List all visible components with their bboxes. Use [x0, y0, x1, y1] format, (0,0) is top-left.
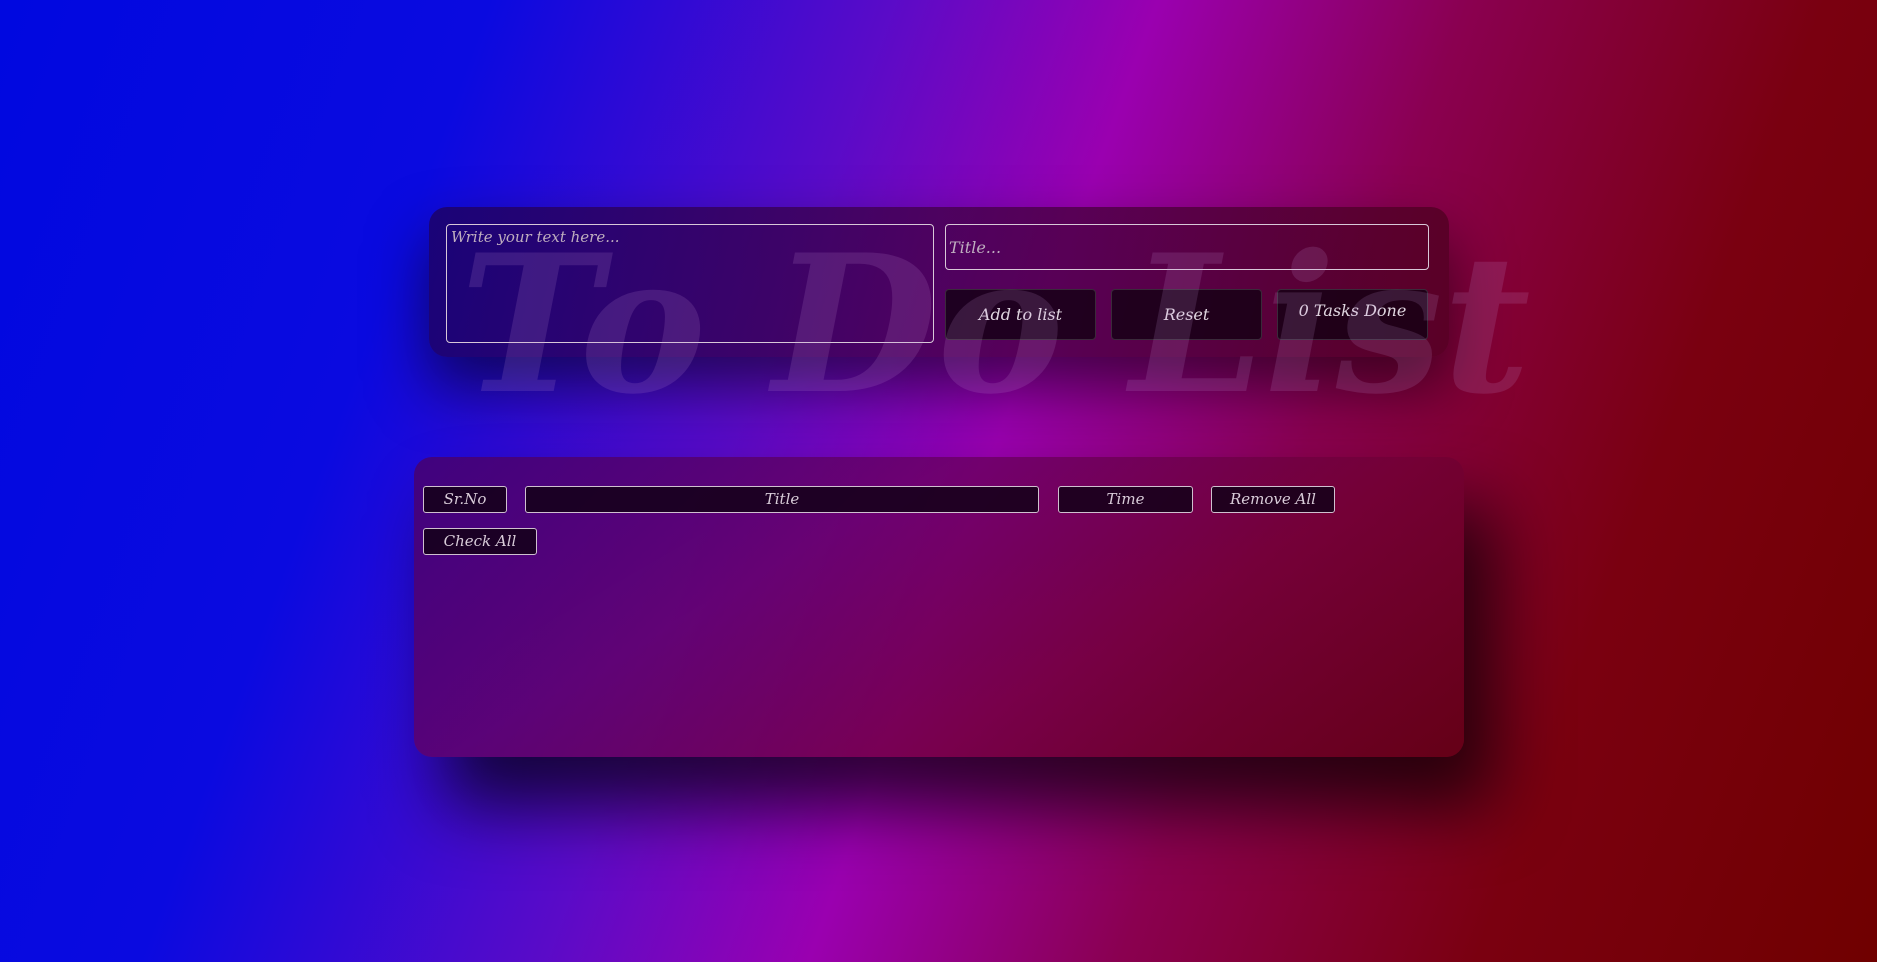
title-column-header: Title: [525, 486, 1039, 513]
remove-all-button[interactable]: Remove All: [1211, 486, 1335, 513]
check-all-button[interactable]: Check All: [423, 528, 537, 555]
input-panel: Add to list Reset 0 Tasks Done: [429, 207, 1449, 357]
time-column-header: Time: [1058, 486, 1193, 513]
tasks-done-button[interactable]: 0 Tasks Done: [1277, 289, 1428, 340]
task-text-input[interactable]: [446, 224, 934, 343]
task-title-input[interactable]: [945, 224, 1429, 270]
srno-column-header: Sr.No: [423, 486, 507, 513]
task-list-panel: Sr.No Title Time Remove All Check All: [414, 457, 1464, 757]
reset-button[interactable]: Reset: [1111, 289, 1262, 340]
add-to-list-button[interactable]: Add to list: [945, 289, 1096, 340]
